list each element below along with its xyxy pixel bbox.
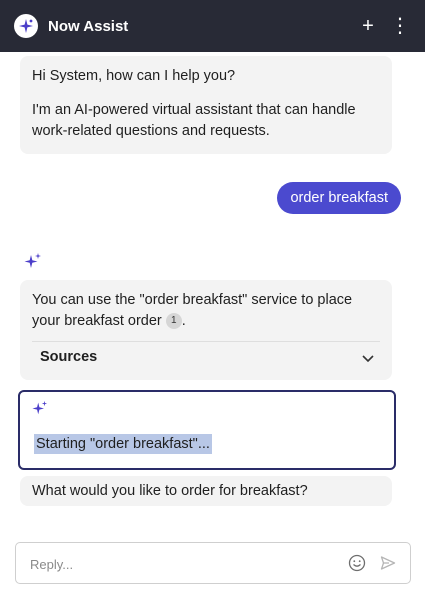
send-icon[interactable] (380, 555, 396, 571)
chevron-down-icon (362, 355, 374, 363)
assistant-greeting-message: Hi System, how can I help you? I'm an AI… (20, 56, 392, 154)
starting-service-text: Starting "order breakfast"... (34, 434, 212, 454)
reply-footer (0, 532, 425, 600)
greeting-description: I'm an AI-powered virtual assistant that… (32, 102, 356, 139)
assistant-sparkle-icon (32, 400, 48, 421)
service-suggestion-text: You can use the "order breakfast" servic… (32, 292, 353, 329)
assistant-question-message: What would you like to order for breakfa… (20, 476, 392, 506)
citation-badge[interactable]: 1 (165, 313, 182, 330)
sources-label: Sources (40, 349, 98, 365)
reply-box (15, 542, 411, 584)
starting-service-card[interactable]: Starting "order breakfast"... (18, 390, 396, 470)
emoji-smile-icon[interactable] (348, 554, 366, 572)
sources-toggle[interactable]: Sources (32, 341, 380, 373)
more-options-menu-button[interactable]: ⋮ (389, 16, 411, 36)
app-title: Now Assist (48, 17, 129, 35)
sentence-period: . (181, 313, 186, 329)
new-chat-button[interactable]: + (357, 16, 379, 36)
user-message-bubble: order breakfast (277, 182, 401, 214)
assistant-sparkle-icon (24, 252, 42, 275)
greeting-line: Hi System, how can I help you? (32, 68, 236, 84)
chat-transcript[interactable]: Hi System, how can I help you? I'm an AI… (0, 52, 425, 532)
app-header: Now Assist + ⋮ (0, 0, 425, 52)
reply-input[interactable] (30, 551, 330, 577)
now-assist-logo-icon (14, 14, 38, 38)
assistant-service-message: You can use the "order breakfast" servic… (20, 280, 392, 380)
